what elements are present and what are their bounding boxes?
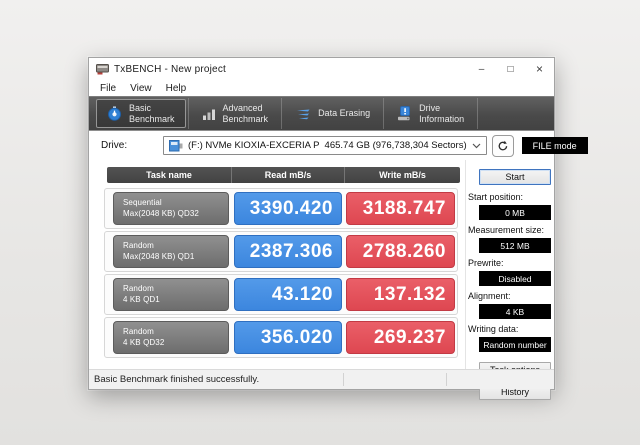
read-value: 3390.420 [234,192,342,225]
refresh-icon [498,140,507,150]
prewrite-value[interactable]: Disabled [479,271,551,286]
desktop-background: TxBENCH - New project – □ × File View He… [0,0,640,445]
menu-view[interactable]: View [123,83,159,94]
table-row: Random 4 KB QD1 43.120 137.132 [104,274,458,315]
read-value: 356.020 [234,321,342,354]
tab-label: Basic Benchmark [129,102,175,124]
column-read: Read mB/s [231,167,344,183]
tab-label: Data Erasing [318,108,371,119]
drive-select[interactable]: (F:) NVMe KIOXIA-EXCERIA P 465.74 GB (97… [163,136,487,155]
tab-data-erasing[interactable]: Data Erasing [284,99,381,128]
toolbar-separator [477,98,479,129]
close-button[interactable]: × [525,58,554,80]
menu-file[interactable]: File [93,83,123,94]
toolbar-separator [383,98,385,129]
tab-basic-benchmark[interactable]: Basic Benchmark [96,99,186,128]
refresh-drives-button[interactable] [491,134,514,157]
write-value: 2788.260 [346,235,455,268]
bar-chart-icon [202,109,215,120]
stopwatch-icon [108,106,121,121]
drive-row: Drive: (F:) NVMe KIOXIA-EXCERIA P 465.74… [89,131,588,160]
drive-info-icon [398,106,411,121]
table-row: Random 4 KB QD32 356.020 269.237 [104,317,458,358]
tab-label: Drive Information [419,102,465,124]
task-name-badge: Sequential Max(2048 KB) QD32 [113,192,229,225]
write-value: 137.132 [346,278,455,311]
tab-label: Advanced Benchmark [222,102,269,124]
read-value: 2387.306 [234,235,342,268]
maximize-button[interactable]: □ [496,58,525,80]
app-icon [96,63,109,74]
main-content: Task name Read mB/s Write mB/s Sequentia… [89,160,554,400]
chevron-down-icon [472,143,481,148]
table-row: Random Max(2048 KB) QD1 2387.306 2788.260 [104,231,458,272]
write-value: 269.237 [346,321,455,354]
toolbar: Basic Benchmark Advanced Benchmark Data … [89,96,554,131]
writing-data-value[interactable]: Random number [479,337,551,352]
eraser-icon [297,109,310,119]
toolbar-separator [187,98,189,129]
measurement-size-label: Measurement size: [468,225,545,235]
start-position-value[interactable]: 0 MB [479,205,551,220]
alignment-value[interactable]: 4 KB [479,304,551,319]
status-separator [343,373,344,386]
measurement-size-value[interactable]: 512 MB [479,238,551,253]
column-write: Write mB/s [344,167,460,183]
write-value: 3188.747 [346,192,455,225]
tab-drive-information[interactable]: Drive Information [386,99,475,128]
column-task-name: Task name [146,170,192,180]
task-name-badge: Random 4 KB QD32 [113,321,229,354]
toolbar-separator [281,98,283,129]
menu-help[interactable]: Help [159,83,194,94]
task-name-badge: Random 4 KB QD1 [113,278,229,311]
writing-data-label: Writing data: [468,324,519,334]
table-row: Sequential Max(2048 KB) QD32 3390.420 318… [104,188,458,229]
window-title: TxBENCH - New project [114,63,226,75]
task-name-badge: Random Max(2048 KB) QD1 [113,235,229,268]
title-bar: TxBENCH - New project – □ × [89,58,554,80]
table-header: Task name Read mB/s Write mB/s [107,167,460,183]
drive-icon [169,139,183,151]
start-position-label: Start position: [468,192,524,202]
results-table: Task name Read mB/s Write mB/s Sequentia… [89,160,465,369]
tab-advanced-benchmark[interactable]: Advanced Benchmark [191,99,280,128]
status-bar: Basic Benchmark finished successfully. [89,369,554,389]
status-message: Basic Benchmark finished successfully. [94,374,260,385]
start-button[interactable]: Start [479,169,551,185]
minimize-button[interactable]: – [467,58,496,80]
menu-bar: File View Help [89,80,554,96]
file-mode-button[interactable]: FILE mode [521,137,588,154]
read-value: 43.120 [234,278,342,311]
txbench-window: TxBENCH - New project – □ × File View He… [88,57,588,400]
settings-sidebar: Start Start position: 0 MB Measurement s… [465,160,554,400]
drive-label: Drive: [101,140,128,151]
prewrite-label: Prewrite: [468,258,504,268]
alignment-label: Alignment: [468,291,511,301]
window-controls: – □ × [467,58,554,80]
status-separator [446,373,447,386]
drive-selected-value: (F:) NVMe KIOXIA-EXCERIA P 465.74 GB (97… [188,140,467,151]
